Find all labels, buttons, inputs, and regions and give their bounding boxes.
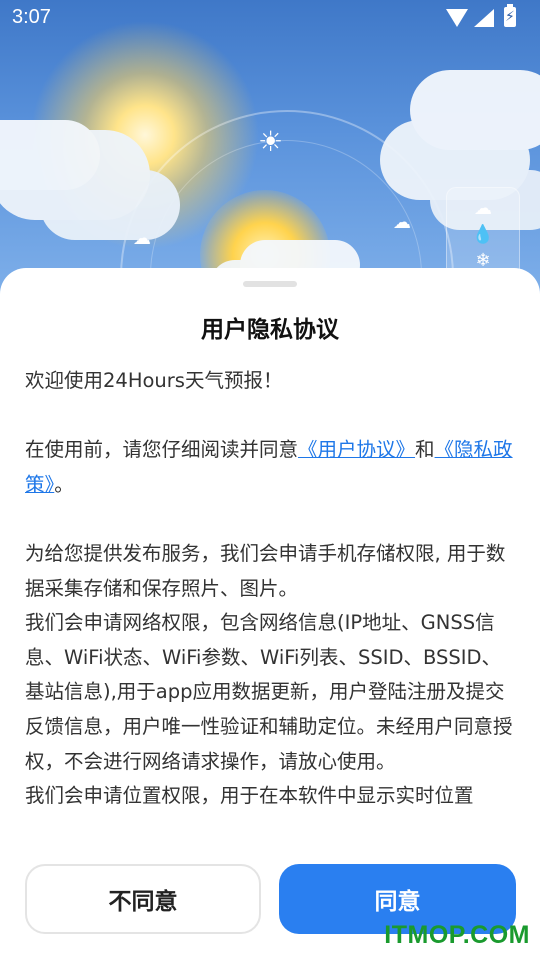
cloud-icon: ☁ (393, 212, 411, 233)
and-text: 和 (415, 438, 435, 462)
status-bar: 3:07 ⚡ (0, 0, 540, 36)
privacy-dialog: 用户隐私协议 欢迎使用24Hours天气预报！ 在使用前，请您仔细阅读并同意《用… (0, 268, 540, 960)
signal-icon (474, 9, 494, 27)
weather-background: ☀ ☁ ☁ ☁ 💧 ❄ (0, 0, 540, 300)
network-permission-text: 我们会申请网络权限，包含网络信息(IP地址、GNSS信息、WiFi状态、WiFi… (25, 611, 513, 773)
intro-suffix: 。 (54, 472, 74, 496)
intro-paragraph: 在使用前，请您仔细阅读并同意《用户协议》和《隐私政策》。 (25, 433, 520, 502)
cloud-left (0, 120, 100, 190)
cloud-icon: ☁ (133, 228, 151, 249)
cloud-right (410, 70, 540, 150)
agreement-text-scroll[interactable]: 欢迎使用24Hours天气预报！ 在使用前，请您仔细阅读并同意《用户协议》和《隐… (25, 364, 520, 832)
user-agreement-link[interactable]: 《用户协议》 (298, 438, 415, 461)
wifi-icon (446, 9, 468, 27)
location-permission-text: 我们会申请位置权限，用于在本软件中显示实时位置 (25, 784, 474, 808)
watermark-logo: ITMOP.COM (384, 921, 530, 949)
status-time: 3:07 (12, 6, 51, 28)
sun-icon: ☀ (258, 125, 284, 158)
cloud-outline-icon: ☁ (474, 198, 492, 219)
intro-prefix: 在使用前，请您仔细阅读并同意 (25, 438, 299, 462)
dialog-title: 用户隐私协议 (201, 317, 339, 343)
battery-icon: ⚡ (504, 4, 516, 27)
welcome-text: 欢迎使用24Hours天气预报！ (25, 369, 283, 392)
drop-icon: 💧 (471, 224, 495, 245)
storage-permission-text: 为给您提供发布服务，我们会申请手机存储权限, 用于数据采集存储和保存照片、图片。 (25, 541, 506, 600)
status-icons: ⚡ (446, 4, 526, 29)
drag-handle[interactable] (243, 281, 297, 287)
decline-button[interactable]: 不同意 (25, 864, 261, 934)
